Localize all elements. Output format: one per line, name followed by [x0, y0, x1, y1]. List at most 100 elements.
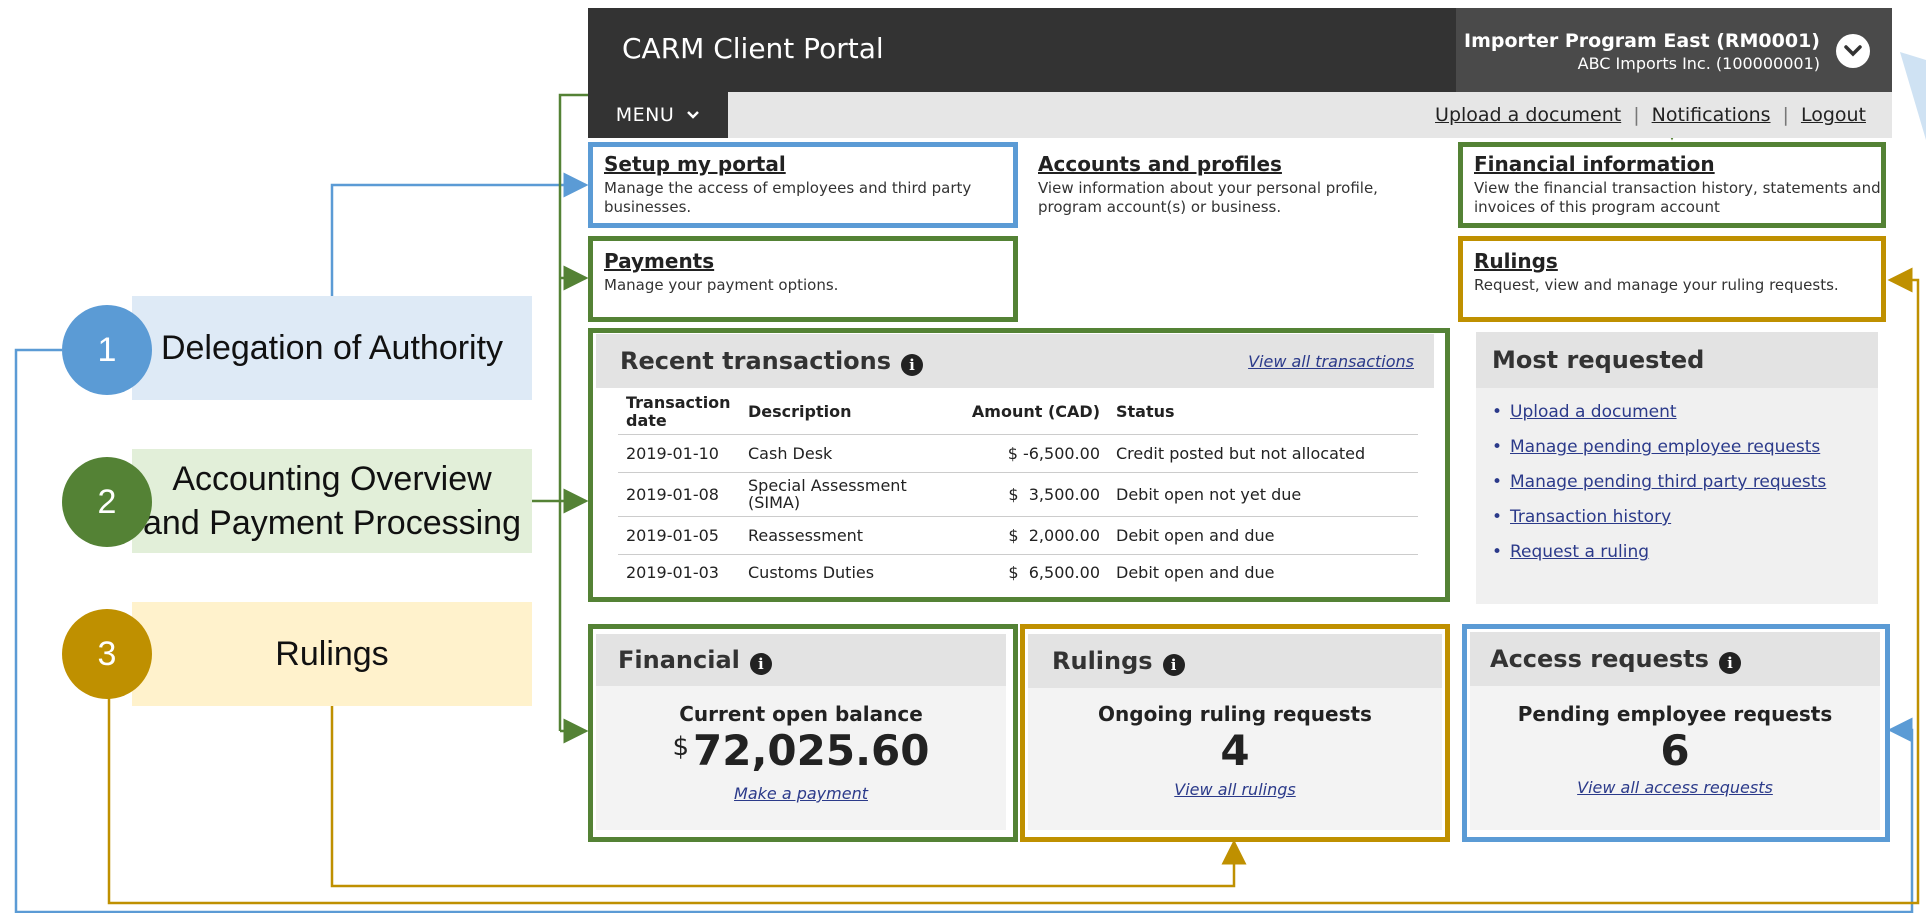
- link-separator: |: [1633, 104, 1640, 126]
- connector-blue-setup: [330, 172, 589, 296]
- metric-link-wrap: Make a payment: [596, 784, 1006, 803]
- view-all-transactions-link[interactable]: View all transactions: [1248, 352, 1414, 371]
- upload-document-link[interactable]: Upload a document: [1435, 104, 1621, 126]
- table-row: 2019-01-08 Special Assessment (SIMA) $ 3…: [618, 471, 1418, 517]
- account-name: Importer Program East (RM0001): [1464, 30, 1820, 52]
- most-requested-list: Upload a document Manage pending employe…: [1488, 402, 1826, 562]
- list-item: Transaction history: [1488, 507, 1826, 527]
- panel-title: Most requested: [1492, 346, 1705, 374]
- notifications-link[interactable]: Notifications: [1652, 104, 1771, 126]
- utility-links: Upload a document | Notifications | Logout: [1435, 104, 1866, 126]
- cell-amount: $ 3,500.00: [958, 471, 1108, 517]
- column-header: Amount (CAD): [971, 402, 1100, 422]
- panel-title: Access requests: [1490, 645, 1709, 673]
- info-icon[interactable]: i: [749, 652, 772, 675]
- list-item: Upload a document: [1488, 402, 1826, 422]
- tile-description: View information about your personal pro…: [1038, 179, 1378, 216]
- legend-circle-1: 1: [62, 305, 152, 395]
- chevron-down-icon[interactable]: [1836, 34, 1870, 68]
- column-header: Status: [1116, 402, 1175, 422]
- legend-box-delegation: Delegation of Authority: [132, 296, 532, 400]
- info-icon[interactable]: i: [1718, 651, 1741, 674]
- cell-amount: $ 2,000.00: [958, 515, 1108, 555]
- tile-title[interactable]: Payments: [604, 249, 1004, 273]
- panel-title: Financial: [618, 646, 740, 674]
- tile-title[interactable]: Rulings: [1474, 249, 1886, 273]
- table-row: 2019-01-10 Cash Desk $ -6,500.00 Credit …: [618, 433, 1418, 472]
- cell-description: Reassessment: [740, 515, 958, 555]
- metric-link-wrap: View all rulings: [1028, 780, 1442, 799]
- view-all-rulings-link[interactable]: View all rulings: [1174, 780, 1295, 799]
- tile-title[interactable]: Setup my portal: [604, 152, 1004, 176]
- tile-rulings[interactable]: Rulings Request, view and manage your ru…: [1474, 249, 1886, 295]
- tile-financial-information[interactable]: Financial information View the financial…: [1474, 152, 1886, 217]
- legend-label-rulings: Rulings: [275, 634, 389, 673]
- link-separator: |: [1782, 104, 1789, 126]
- tile-description: Manage the access of employees and third…: [604, 179, 972, 216]
- column-header: Description: [748, 402, 852, 422]
- legend-label-accounting-1: Accounting Overview: [172, 459, 492, 498]
- info-icon[interactable]: i: [901, 353, 924, 376]
- info-icon[interactable]: i: [1162, 653, 1185, 676]
- make-payment-link[interactable]: Make a payment: [734, 784, 868, 803]
- table-header-row: Transaction date Description Amount (CAD…: [618, 390, 1418, 434]
- account-business: ABC Imports Inc. (100000001): [1577, 54, 1820, 73]
- balance-amount: 72,025.60: [693, 726, 930, 775]
- cell-date: 2019-01-05: [618, 515, 740, 555]
- legend-circle-2: 2: [62, 457, 152, 547]
- cell-date: 2019-01-08: [618, 471, 740, 517]
- tile-title[interactable]: Accounts and profiles: [1038, 152, 1438, 176]
- most-requested-link[interactable]: Upload a document: [1510, 402, 1677, 422]
- cell-amount: $ 6,500.00: [958, 553, 1108, 591]
- legend-box-accounting: Accounting Overview and Payment Processi…: [132, 449, 532, 553]
- cell-description: Customs Duties: [740, 553, 958, 591]
- metric-link-wrap: View all access requests: [1470, 778, 1880, 797]
- chevron-down-icon: [687, 111, 700, 119]
- recent-transactions-panel: Recent transactions i View all transactio…: [596, 334, 1434, 596]
- cell-description: Cash Desk: [740, 433, 958, 472]
- logout-link[interactable]: Logout: [1801, 104, 1866, 126]
- view-all-access-requests-link[interactable]: View all access requests: [1577, 778, 1773, 797]
- account-switcher[interactable]: Importer Program East (RM0001) ABC Impor…: [1456, 8, 1892, 92]
- most-requested-link[interactable]: Transaction history: [1510, 507, 1671, 527]
- panel-header: Most requested: [1476, 332, 1878, 388]
- open-balance-value: $72,025.60: [596, 726, 1006, 775]
- cell-status: Debit open and due: [1108, 553, 1418, 591]
- table-row: 2019-01-05 Reassessment $ 2,000.00 Debit…: [618, 515, 1418, 555]
- cell-status: Debit open not yet due: [1108, 471, 1418, 517]
- panel-header: Access requests i: [1470, 632, 1880, 686]
- tile-description: Request, view and manage your ruling req…: [1474, 276, 1839, 294]
- menu-bar: MENU Upload a document | Notifications | Log…: [588, 92, 1892, 138]
- most-requested-link[interactable]: Manage pending third party requests: [1510, 472, 1826, 492]
- list-item: Manage pending third party requests: [1488, 472, 1826, 492]
- tile-title[interactable]: Financial information: [1474, 152, 1886, 176]
- legend-number-1: 1: [97, 330, 117, 369]
- most-requested-link[interactable]: Request a ruling: [1510, 542, 1649, 562]
- menu-button[interactable]: MENU: [588, 92, 728, 138]
- panel-header: Financial i: [596, 634, 1006, 686]
- tile-setup-portal[interactable]: Setup my portal Manage the access of emp…: [604, 152, 1004, 217]
- panel-header: Recent transactions i View all transactio…: [596, 334, 1434, 388]
- portal-header: CARM Client Portal Importer Program East…: [588, 8, 1892, 92]
- access-requests-panel: Access requests i Pending employee reques…: [1470, 632, 1880, 830]
- transactions-table: Transaction date Description Amount (CAD…: [618, 390, 1418, 591]
- legend-number-2: 2: [97, 482, 117, 521]
- tile-accounts-profiles[interactable]: Accounts and profiles View information a…: [1038, 152, 1438, 217]
- cell-description: Special Assessment (SIMA): [740, 471, 958, 517]
- legend-label-delegation: Delegation of Authority: [160, 328, 504, 367]
- most-requested-link[interactable]: Manage pending employee requests: [1510, 437, 1820, 457]
- cell-date: 2019-01-03: [618, 553, 740, 591]
- legend-number-3: 3: [97, 634, 117, 673]
- menu-label: MENU: [615, 104, 675, 126]
- edge-decoration: [1900, 52, 1926, 140]
- metric-label: Pending employee requests: [1517, 702, 1833, 726]
- legend-circle-3: 3: [62, 609, 152, 699]
- table-row: 2019-01-03 Customs Duties $ 6,500.00 Deb…: [618, 553, 1418, 591]
- financial-panel: Financial i Current open balance $72,025.…: [596, 634, 1006, 830]
- portal-title: CARM Client Portal: [622, 32, 884, 65]
- tile-payments[interactable]: Payments Manage your payment options.: [604, 249, 1004, 295]
- panel-header: Rulings i: [1028, 634, 1442, 688]
- rulings-panel: Rulings i Ongoing ruling requests 4 View …: [1028, 634, 1442, 830]
- panel-title: Recent transactions: [620, 347, 892, 375]
- pending-requests-count: 6: [1660, 726, 1690, 775]
